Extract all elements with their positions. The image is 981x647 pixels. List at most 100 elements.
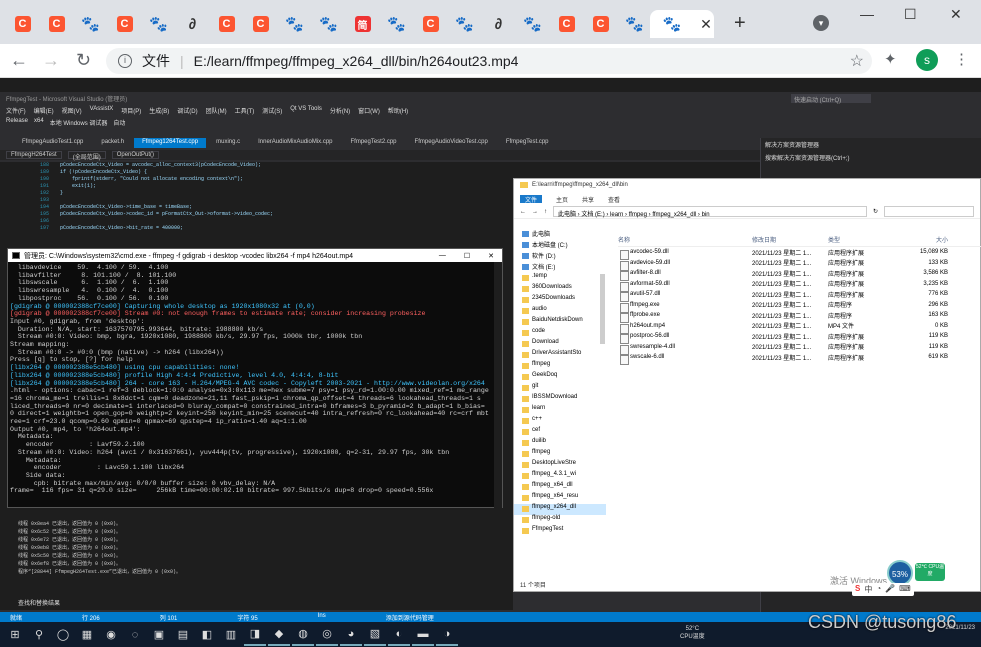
column-header[interactable]: 类型 (828, 235, 888, 244)
vs-doc-tab[interactable]: InnerAudioMixAudioMix.cpp (250, 138, 341, 148)
browser-tab[interactable]: 🐾 (74, 10, 107, 38)
ribbon-tab[interactable]: 文件 (520, 195, 543, 204)
nav-tree-item[interactable]: ffmpeg_x64_resu (514, 493, 606, 504)
breadcrumb-item[interactable]: ffmpeg (629, 212, 647, 218)
minimize-icon[interactable]: — (860, 6, 874, 22)
scrollbar[interactable] (600, 274, 605, 344)
app-icon[interactable]: ◑ (436, 624, 458, 646)
breadcrumb-item[interactable]: 此电脑 (558, 212, 576, 218)
vs-menu-item[interactable]: 工具(T) (235, 106, 255, 115)
nav-tree-item[interactable]: git (514, 383, 606, 394)
vs-menu-item[interactable]: 分析(N) (330, 106, 350, 115)
breadcrumb-item[interactable]: bin (702, 212, 710, 218)
nav-tree-item[interactable]: ffmpeg (514, 449, 606, 460)
app-icon[interactable]: ▥ (220, 624, 242, 646)
nav-tree-item[interactable]: c++ (514, 416, 606, 427)
vs-nav-dropdown[interactable]: OpenOutPut() (111, 151, 160, 159)
chrome-menu-icon[interactable]: ⋮ (954, 50, 969, 68)
nav-tree-item[interactable]: audio (514, 306, 606, 317)
ime-s-icon[interactable]: S (855, 584, 860, 595)
nav-tree-item[interactable]: Download (514, 339, 606, 350)
app-icon[interactable]: ▤ (172, 624, 194, 646)
browser-tab[interactable]: ∂ (176, 10, 209, 38)
column-header[interactable]: 名称 (618, 235, 752, 244)
app-icon[interactable]: ◐ (388, 624, 410, 646)
site-info-icon[interactable]: i (118, 54, 132, 68)
browser-tab[interactable]: 简 (346, 10, 379, 38)
forward-icon[interactable]: → (532, 209, 538, 215)
ribbon-tab[interactable]: 主页 (556, 195, 568, 204)
vs-menu-item[interactable]: 文件(F) (6, 106, 26, 115)
browser-tab[interactable]: C (40, 10, 73, 38)
app-icon[interactable]: ▧ (364, 624, 386, 646)
minimize-icon[interactable]: — (439, 252, 446, 260)
tab-search-icon[interactable]: ▾ (813, 15, 829, 31)
ime-toolbar[interactable]: S 中 ◔ 🎤 ⌨ (852, 583, 914, 596)
breadcrumb-item[interactable]: learn (610, 212, 623, 218)
file-row[interactable]: ffprobe.exe 2021/11/23 星期二 1... 应用程序 163 KB (618, 310, 981, 324)
browser-tab[interactable]: ∂ (482, 10, 515, 38)
browser-tab[interactable]: C (210, 10, 243, 38)
bookmark-star-icon[interactable]: ☆ (850, 51, 864, 71)
nav-tree-item[interactable]: cef (514, 427, 606, 438)
taskview-grid-icon[interactable]: ▦ (76, 624, 98, 646)
breadcrumb-item[interactable]: ffmpeg_x264_dll (652, 212, 696, 218)
vs-menu-item[interactable]: 窗口(W) (358, 106, 380, 115)
new-tab-button[interactable]: + (734, 12, 746, 35)
extensions-icon[interactable]: ✦ (884, 50, 897, 68)
browser-tab[interactable]: 🐾 (448, 10, 481, 38)
nav-tree-item[interactable]: .temp (514, 273, 606, 284)
app-icon[interactable]: ◎ (316, 624, 338, 646)
close-icon[interactable]: ✕ (488, 252, 494, 260)
console-output[interactable]: libavdevice 59. 4.100 / 59. 4.100 libavf… (8, 262, 502, 507)
vs-toolbar-dropdown[interactable]: 本地 Windows 调试器 (50, 118, 108, 127)
nav-tree-item[interactable]: learn (514, 405, 606, 416)
refresh-icon[interactable]: ↻ (873, 208, 878, 215)
vs-nav-dropdown[interactable]: FfmpegH264Test (6, 151, 62, 159)
browser-tab[interactable]: 🐾 (618, 10, 651, 38)
browser-tab[interactable]: C (6, 10, 39, 38)
nav-tree-item[interactable]: DriverAssistantSto (514, 350, 606, 361)
file-row[interactable]: avutil-57.dll 2021/11/23 星期二 1... 应用程序扩展 77… (618, 289, 981, 303)
ime-icon[interactable]: ◔ (876, 584, 881, 595)
close-window-icon[interactable]: ✕ (950, 6, 962, 23)
app-icon[interactable]: ◨ (244, 624, 266, 646)
vs-doc-tab[interactable]: FfmpegAudioTest1.cpp (14, 138, 92, 148)
vs-doc-tab[interactable]: FfmpegAudioVideoTest.cpp (406, 138, 496, 148)
column-header[interactable]: 修改日期 (752, 235, 828, 244)
browser-tab[interactable]: C (584, 10, 617, 38)
vs-menu-item[interactable]: 项目(P) (121, 106, 141, 115)
ime-icon[interactable]: ⌨ (899, 584, 911, 595)
file-row[interactable]: avformat-59.dll 2021/11/23 星期二 1... 应用程序扩展… (618, 279, 981, 292)
breadcrumb-item[interactable]: 文档 (E:) (581, 212, 604, 218)
nav-tree-item[interactable]: 此电脑 (514, 229, 606, 240)
nav-tree-item[interactable]: DesktopLiveStre (514, 460, 606, 471)
app-icon[interactable]: ◉ (100, 624, 122, 646)
nav-tree-item[interactable]: 2345Downloads (514, 295, 606, 306)
nav-tree-item[interactable]: GeekDoq (514, 372, 606, 383)
vs-menu-item[interactable]: 团队(M) (206, 106, 227, 115)
wechat-icon[interactable]: ◍ (292, 624, 314, 646)
close-tab-icon[interactable]: ✕ (697, 15, 715, 33)
column-header[interactable]: 大小 (888, 235, 948, 244)
maximize-icon[interactable]: ☐ (904, 6, 917, 23)
vs-toolbar-dropdown[interactable]: x64 (34, 118, 44, 126)
nav-tree-item[interactable]: ffmpeg-old (514, 515, 606, 526)
nav-tree-item[interactable]: FfmpegTest (514, 526, 606, 537)
vs-menu-item[interactable]: 帮助(H) (388, 106, 408, 115)
vs-menu-item[interactable]: 调试(D) (177, 106, 197, 115)
explorer-address-bar[interactable]: 此电脑 › 文档 (E:) › learn › ffmpeg › ffmpeg_… (553, 206, 867, 218)
nav-tree-item[interactable]: 本地磁盘 (C:) (514, 240, 606, 251)
explorer-search-input[interactable] (884, 206, 974, 217)
browser-tab[interactable]: C (414, 10, 447, 38)
browser-tab[interactable]: 🐾 (312, 10, 345, 38)
vs-menu-item[interactable]: VAssistX (90, 106, 114, 114)
nav-tree-item[interactable]: ffmpeg_4.3.1_wi (514, 471, 606, 482)
app-icon[interactable]: ◌ (124, 624, 146, 646)
speed-widget[interactable]: 53% 52℃ CPU温度 (887, 530, 945, 586)
task-view-icon[interactable]: ◯ (52, 624, 74, 646)
nav-tree-item[interactable]: BaiduNetdiskDown (514, 317, 606, 328)
file-row[interactable]: h264out.mp4 2021/11/23 星期二 1... MP4 文件 0 KB (618, 321, 981, 334)
file-row[interactable]: swresample-4.dll 2021/11/23 星期二 1... 应用程序扩… (618, 342, 981, 355)
reload-icon[interactable]: ↻ (76, 50, 91, 71)
